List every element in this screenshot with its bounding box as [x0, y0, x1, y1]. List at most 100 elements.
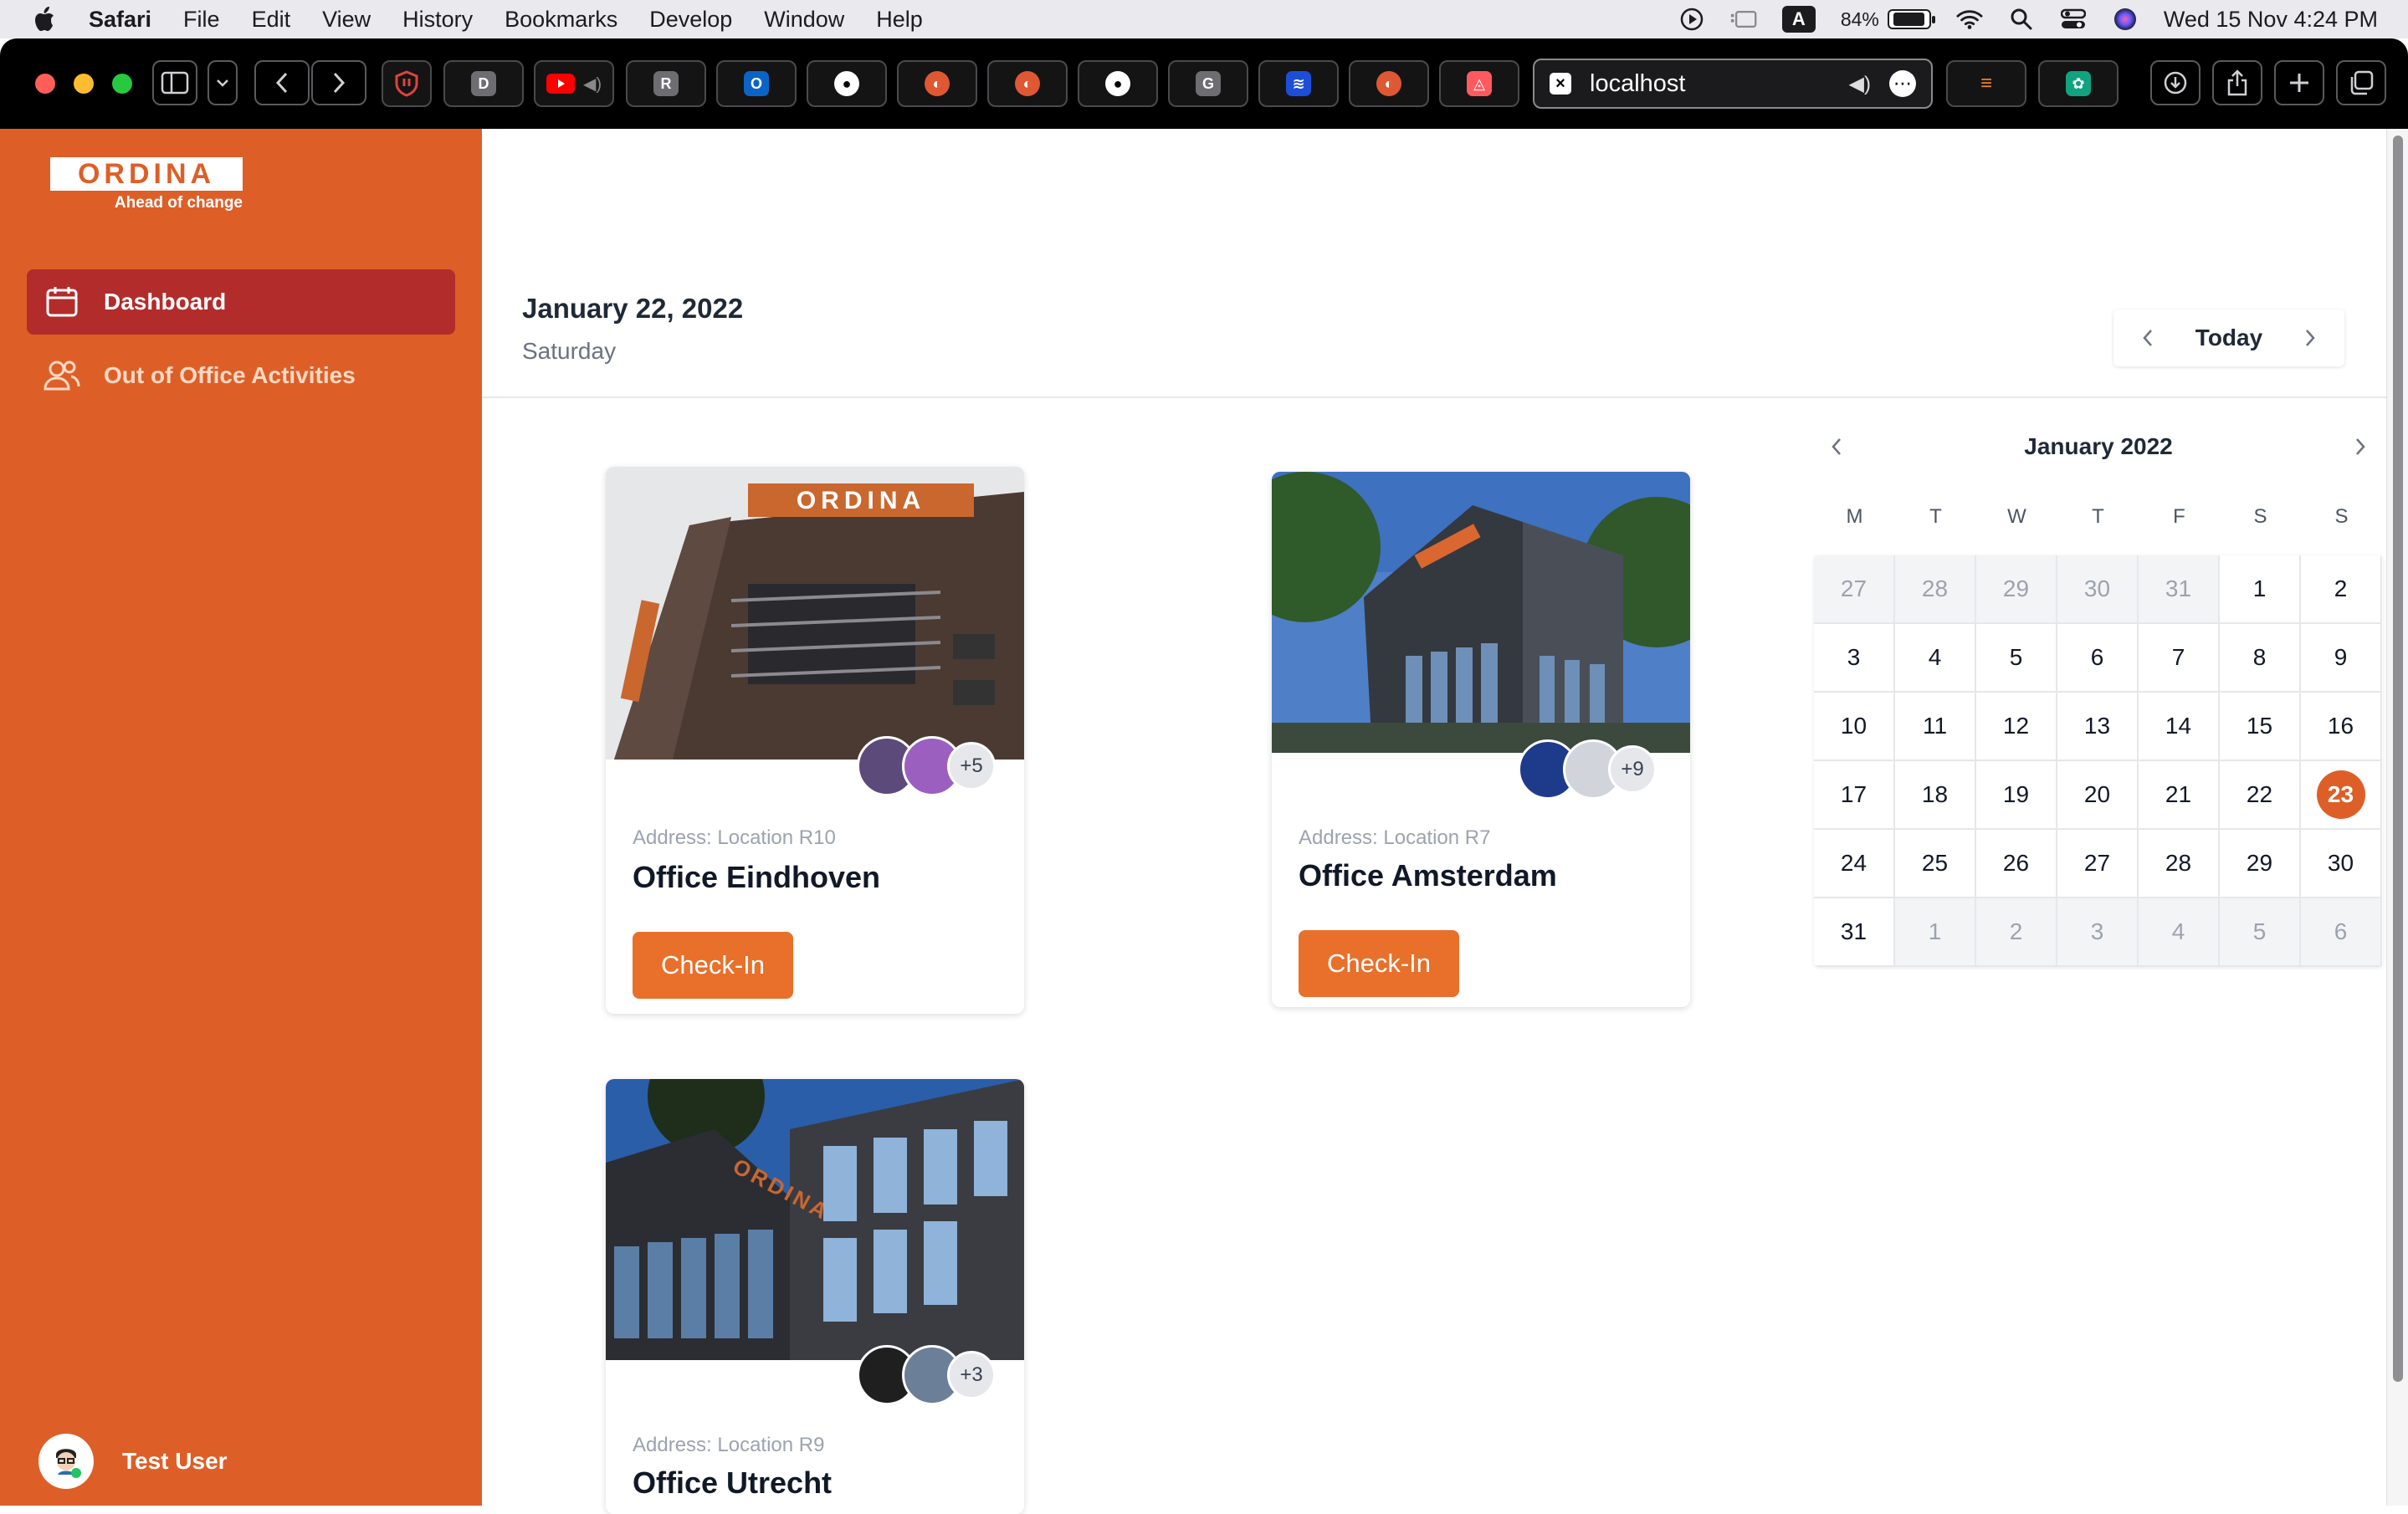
- calendar-day[interactable]: 25: [1895, 830, 1976, 898]
- calendar-day[interactable]: 27: [1814, 555, 1895, 624]
- menu-develop[interactable]: Develop: [649, 7, 732, 33]
- previous-day-button[interactable]: [2134, 324, 2162, 352]
- calendar-day[interactable]: 3: [2057, 898, 2139, 967]
- tab-youtube[interactable]: ◀): [534, 60, 614, 107]
- tab-app[interactable]: ≋: [1258, 60, 1339, 107]
- calendar-day[interactable]: 31: [1814, 898, 1895, 967]
- calendar-day[interactable]: 29: [2220, 830, 2301, 898]
- share-icon[interactable]: [2212, 60, 2262, 105]
- attendees-avatars[interactable]: +9: [1518, 739, 1657, 800]
- sidebar-item-dashboard[interactable]: Dashboard: [27, 269, 455, 335]
- menu-clock[interactable]: Wed 15 Nov 4:24 PM: [2164, 7, 2378, 33]
- calendar-day[interactable]: 4: [2139, 898, 2220, 967]
- calendar-day[interactable]: 30: [2057, 555, 2139, 624]
- calendar-day[interactable]: 16: [2301, 693, 2382, 761]
- next-month-button[interactable]: [2346, 432, 2375, 461]
- tab-overview-icon[interactable]: [2336, 60, 2386, 105]
- calendar-day[interactable]: 1: [1895, 898, 1976, 967]
- calendar-day[interactable]: 23: [2301, 761, 2382, 830]
- tab-duckduckgo-3[interactable]: ◐: [1349, 60, 1429, 107]
- calendar-day[interactable]: 3: [1814, 624, 1895, 693]
- back-button[interactable]: [254, 60, 310, 105]
- calendar-day[interactable]: 28: [1895, 555, 1976, 624]
- forward-button[interactable]: [311, 60, 366, 105]
- menu-view[interactable]: View: [322, 7, 371, 33]
- zoom-window-button[interactable]: [112, 74, 132, 94]
- menu-app-name[interactable]: Safari: [89, 7, 151, 33]
- calendar-day[interactable]: 18: [1895, 761, 1976, 830]
- calendar-day[interactable]: 6: [2301, 898, 2382, 967]
- stage-manager-icon[interactable]: [1730, 6, 1757, 33]
- tab-d[interactable]: D: [443, 60, 524, 107]
- calendar-day[interactable]: 26: [1976, 830, 2057, 898]
- calendar-day[interactable]: 27: [2057, 830, 2139, 898]
- apple-menu-icon[interactable]: [25, 0, 64, 38]
- input-source-indicator[interactable]: A: [1781, 6, 1816, 33]
- downloads-icon[interactable]: [2150, 60, 2201, 105]
- calendar-day[interactable]: 15: [2220, 693, 2301, 761]
- sidebar-toggle-icon[interactable]: [152, 60, 197, 105]
- menu-edit[interactable]: Edit: [252, 7, 291, 33]
- battery-status[interactable]: 84%: [1841, 8, 1935, 31]
- calendar-day[interactable]: 5: [1976, 624, 2057, 693]
- tab-group-chevron-icon[interactable]: [207, 60, 238, 105]
- minimize-window-button[interactable]: [74, 74, 94, 94]
- calendar-day[interactable]: 12: [1976, 693, 2057, 761]
- calendar-day[interactable]: 10: [1814, 693, 1895, 761]
- calendar-day[interactable]: 28: [2139, 830, 2220, 898]
- previous-month-button[interactable]: [1822, 432, 1851, 461]
- siri-icon[interactable]: [2112, 6, 2139, 33]
- spotlight-search-icon[interactable]: [2008, 6, 2035, 33]
- calendar-day[interactable]: 13: [2057, 693, 2139, 761]
- speaker-icon[interactable]: ◀): [1849, 72, 1871, 96]
- calendar-day[interactable]: 14: [2139, 693, 2220, 761]
- attendees-avatars[interactable]: +5: [857, 736, 996, 796]
- calendar-day[interactable]: 17: [1814, 761, 1895, 830]
- tab-duckduckgo[interactable]: ◐: [897, 60, 977, 107]
- wifi-icon[interactable]: [1956, 6, 1983, 33]
- page-scrollbar[interactable]: [2386, 129, 2408, 1506]
- close-window-button[interactable]: [35, 74, 55, 94]
- tab-chatgpt[interactable]: ✿: [2038, 60, 2119, 107]
- tab-github[interactable]: ●: [807, 60, 887, 107]
- calendar-day[interactable]: 20: [2057, 761, 2139, 830]
- check-in-button[interactable]: Check-In: [1299, 930, 1459, 997]
- calendar-day[interactable]: 9: [2301, 624, 2382, 693]
- tab-stackoverflow[interactable]: ≡: [1946, 60, 2026, 107]
- calendar-day[interactable]: 4: [1895, 624, 1976, 693]
- calendar-day[interactable]: 1: [2220, 555, 2301, 624]
- tab-outlook[interactable]: O: [716, 60, 797, 107]
- tab-shield[interactable]: [382, 60, 432, 107]
- today-button[interactable]: Today: [2195, 325, 2262, 351]
- menu-window[interactable]: Window: [764, 7, 844, 33]
- user-profile[interactable]: Test User: [38, 1434, 228, 1489]
- calendar-day[interactable]: 7: [2139, 624, 2220, 693]
- active-tab-localhost[interactable]: × localhost ◀) ⋯: [1533, 59, 1933, 109]
- tab-duckduckgo-2[interactable]: ◐: [987, 60, 1068, 107]
- calendar-day[interactable]: 31: [2139, 555, 2220, 624]
- calendar-day[interactable]: 22: [2220, 761, 2301, 830]
- calendar-day[interactable]: 11: [1895, 693, 1976, 761]
- calendar-day[interactable]: 19: [1976, 761, 2057, 830]
- tab-github-2[interactable]: ●: [1078, 60, 1158, 107]
- play-icon[interactable]: [1678, 6, 1705, 33]
- ordina-logo[interactable]: ORDINA Ahead of change: [50, 157, 243, 217]
- calendar-day[interactable]: 5: [2220, 898, 2301, 967]
- calendar-day[interactable]: 30: [2301, 830, 2382, 898]
- calendar-day[interactable]: 2: [2301, 555, 2382, 624]
- calendar-day[interactable]: 2: [1976, 898, 2057, 967]
- tab-airbnb[interactable]: ◬: [1439, 60, 1519, 107]
- calendar-day[interactable]: 6: [2057, 624, 2139, 693]
- calendar-day[interactable]: 24: [1814, 830, 1895, 898]
- calendar-day[interactable]: 29: [1976, 555, 2057, 624]
- new-tab-icon[interactable]: [2274, 60, 2324, 105]
- calendar-day[interactable]: 21: [2139, 761, 2220, 830]
- tab-r[interactable]: R: [626, 60, 706, 107]
- attendees-avatars[interactable]: +3: [857, 1345, 996, 1405]
- calendar-day[interactable]: 8: [2220, 624, 2301, 693]
- tab-g[interactable]: G: [1168, 60, 1248, 107]
- check-in-button[interactable]: Check-In: [633, 932, 793, 999]
- scrollbar-thumb[interactable]: [2393, 136, 2403, 1382]
- sidebar-item-out-of-office-activities[interactable]: Out of Office Activities: [27, 343, 455, 408]
- menu-history[interactable]: History: [402, 7, 473, 33]
